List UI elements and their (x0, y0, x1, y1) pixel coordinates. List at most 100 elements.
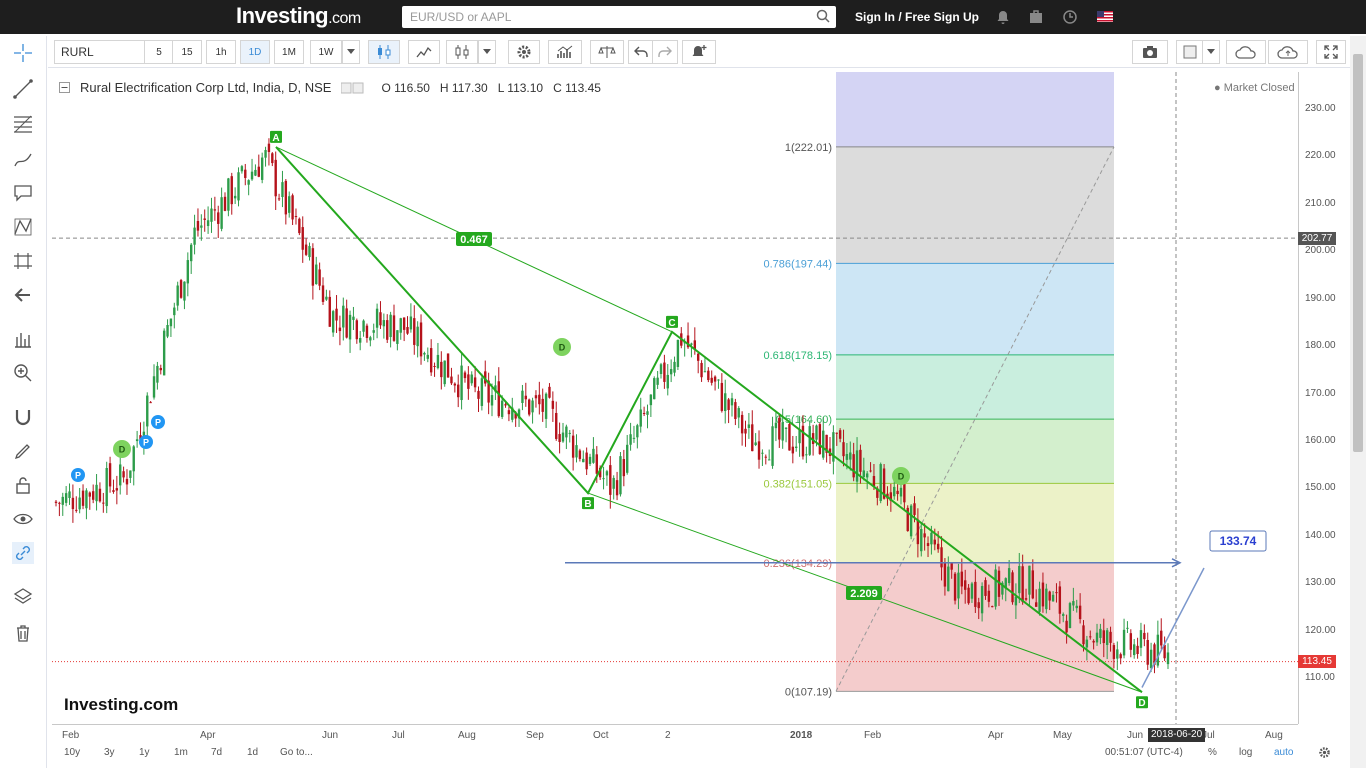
link-icon[interactable] (12, 542, 34, 564)
candle-body (467, 374, 470, 389)
measure-icon[interactable] (12, 328, 34, 350)
interval-dropdown[interactable] (342, 40, 360, 64)
pattern-point-label: C (668, 318, 675, 329)
candle-body (852, 454, 855, 478)
chart-pane[interactable]: 1(222.01) 0.786(197.44) 0.618(178.15) 0.5(1… (52, 72, 1298, 724)
layout-dropdown[interactable] (1202, 40, 1220, 64)
lock-icon[interactable] (12, 474, 34, 496)
clock-icon[interactable] (1062, 9, 1078, 25)
bell-icon[interactable] (995, 9, 1011, 25)
candle-body (318, 269, 321, 286)
search-input[interactable]: EUR/USD or AAPL (402, 6, 836, 28)
candle-body (639, 409, 642, 427)
fullscreen-button[interactable] (1316, 40, 1346, 64)
candle-body (737, 408, 740, 418)
interval-1d[interactable]: 1D (240, 40, 270, 64)
candle-body (125, 478, 129, 485)
interval-5[interactable]: 5 (144, 40, 174, 64)
candle-body (609, 465, 612, 495)
portfolio-icon[interactable] (1028, 9, 1044, 25)
candle-body (744, 428, 747, 434)
candle-body (605, 471, 609, 476)
trend-line-icon[interactable] (12, 78, 34, 100)
chart-style-dropdown[interactable] (478, 40, 496, 64)
zoom-in-icon[interactable] (12, 362, 34, 384)
interval-1h[interactable]: 1h (206, 40, 236, 64)
compare-button[interactable] (590, 40, 624, 64)
fib-level-label: 0(107.19) (785, 686, 832, 698)
collapse-icon[interactable] (59, 82, 70, 93)
cloud-save-button[interactable] (1268, 40, 1308, 64)
candle-body (859, 449, 862, 472)
search-icon[interactable] (816, 9, 830, 23)
redo-button[interactable] (652, 40, 678, 64)
auto-toggle[interactable]: auto (1274, 747, 1293, 758)
undo-button[interactable] (628, 40, 654, 64)
candle-body (1058, 586, 1062, 614)
price-axis[interactable]: 230.00 220.00 210.00 200.00 190.00 180.00 170.… (1298, 72, 1350, 724)
line-style-button[interactable] (408, 40, 440, 64)
candle-body (541, 398, 544, 412)
candle-body (277, 198, 281, 200)
candle-body (473, 377, 477, 388)
candle-body (933, 539, 936, 545)
indicators-button[interactable] (548, 40, 582, 64)
snapshot-button[interactable] (1132, 40, 1168, 64)
price-chart[interactable]: 1(222.01)0.786(197.44)0.618(178.15)0.5(1… (52, 72, 1298, 724)
price-axis-label: 170.00 (1305, 387, 1336, 399)
range-7d[interactable]: 7d (211, 747, 222, 758)
candle-body (1085, 639, 1089, 648)
time-axis[interactable]: Aug Jul Jun May Apr Feb 2018 2 Oct Sep Aug Jul Jun Ap… (52, 724, 1298, 744)
layers-icon[interactable] (12, 586, 34, 608)
interval-1m[interactable]: 1M (274, 40, 304, 64)
range-1y[interactable]: 1y (139, 747, 150, 758)
candle-body (331, 311, 335, 333)
candles-style-button[interactable] (368, 40, 400, 64)
back-arrow-icon[interactable] (12, 284, 34, 306)
range-1d[interactable]: 1d (247, 747, 258, 758)
range-1m[interactable]: 1m (174, 747, 188, 758)
prediction-tool-icon[interactable] (12, 250, 34, 272)
magnet-icon[interactable] (12, 406, 34, 428)
candle-body (751, 424, 754, 452)
cloud-load-button[interactable] (1226, 40, 1266, 64)
price-axis-label: 210.00 (1305, 197, 1336, 209)
us-flag-icon[interactable] (1097, 11, 1113, 22)
fib-retracement-icon[interactable] (12, 112, 34, 134)
candle-body (298, 218, 301, 234)
crosshair-icon[interactable] (12, 42, 34, 64)
candle-body (345, 308, 348, 338)
brush-icon[interactable] (12, 148, 34, 170)
page-scrollbar[interactable] (1350, 36, 1366, 768)
pencil-lock-icon[interactable] (12, 440, 34, 462)
scrollbar-thumb[interactable] (1353, 54, 1363, 452)
event-marker-label: P (75, 471, 81, 481)
gear-icon[interactable] (1318, 746, 1331, 759)
log-toggle[interactable]: log (1239, 747, 1252, 758)
goto-date-button[interactable]: Go to... (280, 747, 313, 758)
hollow-candles-icon (455, 45, 469, 59)
range-10y[interactable]: 10y (64, 747, 80, 758)
brand-logo[interactable]: Investing.com (236, 3, 361, 29)
legend-settings-icon[interactable] (341, 82, 371, 94)
interval-1w[interactable]: 1W (310, 40, 342, 64)
pattern-tool-icon[interactable] (12, 216, 34, 238)
candle-body (105, 467, 108, 507)
bar-style-button[interactable] (446, 40, 478, 64)
text-callout-icon[interactable] (12, 182, 34, 204)
layout-button[interactable] (1176, 40, 1204, 64)
percent-toggle[interactable]: % (1208, 747, 1217, 758)
candle-body (626, 444, 629, 473)
interval-15[interactable]: 15 (172, 40, 202, 64)
trash-icon[interactable] (12, 622, 34, 644)
eye-icon[interactable] (12, 508, 34, 530)
pattern-point-label: A (272, 133, 279, 144)
sign-in-link[interactable]: Sign In / Free Sign Up (855, 10, 979, 24)
candle-body (521, 390, 524, 403)
candle-body (879, 464, 882, 501)
candle-body (149, 402, 152, 404)
settings-button[interactable] (508, 40, 540, 64)
alert-button[interactable] (682, 40, 716, 64)
range-3y[interactable]: 3y (104, 747, 115, 758)
candle-body (896, 490, 899, 495)
